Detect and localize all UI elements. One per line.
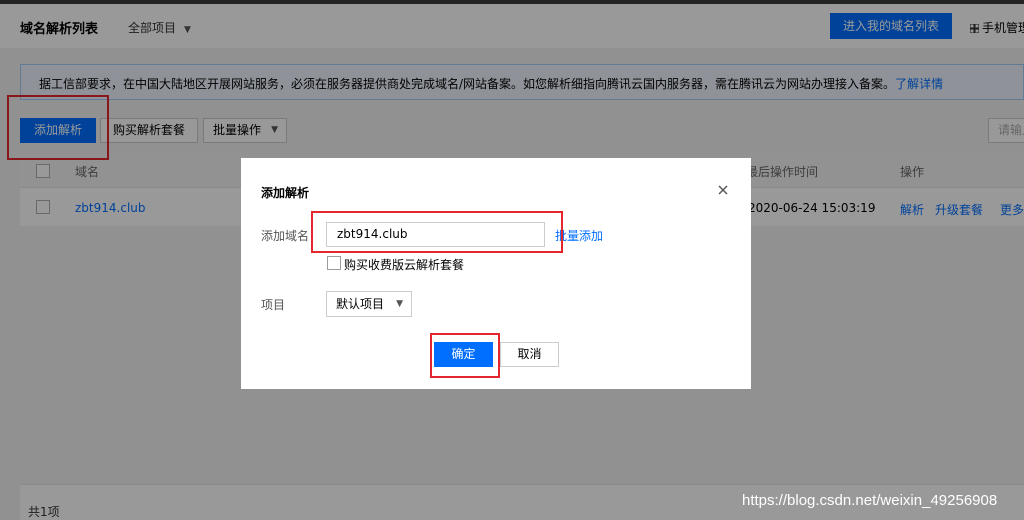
chevron-down-icon: ▼ [396,299,403,309]
buy-package-checkbox[interactable] [327,256,341,270]
watermark: https://blog.csdn.net/weixin_49256908 [742,492,998,509]
annotation-box-confirm-button [430,333,500,378]
close-icon[interactable] [716,183,730,197]
domain-field-label: 添加域名 [261,229,310,243]
project-select-value: 默认项目 [336,297,385,311]
project-field-label: 项目 [261,298,286,312]
dialog-title: 添加解析 [261,186,310,200]
annotation-box-domain-input [311,211,563,253]
buy-package-label: 购买收费版云解析套餐 [344,258,465,272]
cancel-button[interactable]: 取消 [500,342,559,367]
project-select[interactable]: 默认项目 ▼ [326,291,412,317]
